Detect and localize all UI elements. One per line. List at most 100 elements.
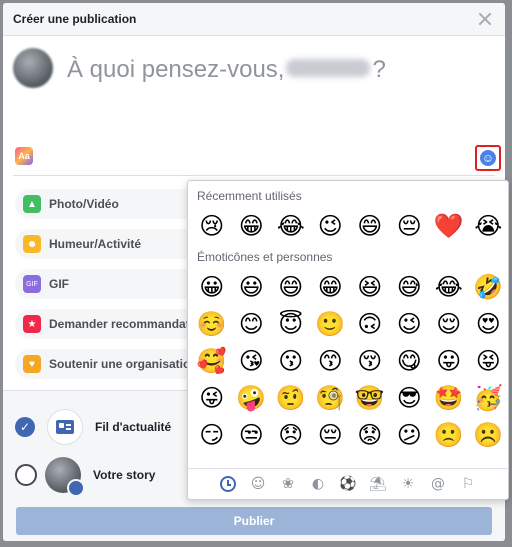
- action-label: GIF: [49, 277, 69, 291]
- blurred-user-name: [286, 59, 371, 77]
- people-emoji[interactable]: ☹️: [469, 416, 509, 453]
- avatar: [13, 48, 53, 88]
- story-label: Votre story: [93, 468, 156, 482]
- people-emoji[interactable]: 😞: [271, 416, 311, 453]
- people-emoji[interactable]: 😃: [232, 268, 272, 305]
- people-emoji[interactable]: 😚: [350, 342, 390, 379]
- publish-button[interactable]: Publier: [16, 507, 492, 535]
- people-emoji[interactable]: 😅: [390, 268, 430, 305]
- lightbulb-icon[interactable]: ☀: [395, 471, 421, 497]
- people-emoji[interactable]: 😍: [469, 305, 509, 342]
- ball-icon[interactable]: ⚽: [335, 471, 361, 497]
- beach-umbrella-icon[interactable]: ⛱: [365, 471, 391, 497]
- people-emoji[interactable]: 🤩: [429, 379, 469, 416]
- recent-emoji-grid: 😢 😁 😂 😉 😄 😔 ❤️ 😭: [192, 207, 508, 244]
- recent-emoji[interactable]: 😢: [192, 207, 232, 244]
- action-button-4[interactable]: ♥ Soutenir une organisation: [15, 349, 205, 379]
- people-emoji[interactable]: 😆: [350, 268, 390, 305]
- action-button-1[interactable]: ☻ Humeur/Activité: [15, 229, 205, 259]
- text-background-icon[interactable]: Aa: [15, 147, 33, 165]
- smiley-icon: ☺: [480, 150, 496, 166]
- people-emoji[interactable]: 😘: [232, 342, 272, 379]
- people-emoji[interactable]: 🧐: [311, 379, 351, 416]
- people-emoji[interactable]: 🙃: [350, 305, 390, 342]
- prompt-prefix: À quoi pensez-vous,: [67, 56, 285, 83]
- share-option-feed[interactable]: ✓ Fil d'actualité: [15, 409, 171, 445]
- recent-emoji[interactable]: 😉: [311, 207, 351, 244]
- divider: [13, 175, 495, 176]
- photo-icon: ▲: [23, 195, 41, 213]
- people-emoji[interactable]: 😋: [390, 342, 430, 379]
- action-label: Humeur/Activité: [49, 237, 142, 251]
- people-emoji[interactable]: 🥳: [469, 379, 509, 416]
- paw-icon[interactable]: ❀: [275, 471, 301, 497]
- people-emoji[interactable]: 😔: [311, 416, 351, 453]
- people-section-label: Émoticônes et personnes: [197, 250, 333, 264]
- people-emoji[interactable]: 😝: [469, 342, 509, 379]
- apple-icon[interactable]: ◐: [305, 471, 331, 497]
- flag-icon[interactable]: ⚐: [455, 471, 481, 497]
- action-button-3[interactable]: ★ Demander recommandations: [15, 309, 205, 339]
- gif-icon: GIF: [23, 275, 41, 293]
- people-emoji[interactable]: 😜: [192, 379, 232, 416]
- dialog-title: Créer une publication: [13, 12, 137, 26]
- people-emoji[interactable]: 😒: [232, 416, 272, 453]
- people-emoji[interactable]: 🥰: [192, 342, 232, 379]
- people-emoji[interactable]: 😀: [192, 268, 232, 305]
- prompt-suffix: ?: [372, 56, 386, 83]
- people-emoji[interactable]: 😎: [390, 379, 430, 416]
- people-emoji[interactable]: 😊: [232, 305, 272, 342]
- recent-emoji[interactable]: 😂: [271, 207, 311, 244]
- recent-emoji[interactable]: ❤️: [429, 207, 469, 244]
- people-emoji[interactable]: 🙂: [311, 305, 351, 342]
- recent-icon[interactable]: [215, 471, 241, 497]
- people-emoji[interactable]: ☺️: [192, 305, 232, 342]
- people-emoji[interactable]: 😄: [271, 268, 311, 305]
- recent-emoji[interactable]: 😭: [469, 207, 509, 244]
- people-emoji[interactable]: 😁: [311, 268, 351, 305]
- globe-icon: [67, 479, 85, 497]
- recent-emoji[interactable]: 😔: [390, 207, 430, 244]
- people-emoji[interactable]: 😗: [271, 342, 311, 379]
- action-label: Photo/Vidéo: [49, 197, 119, 211]
- emoji-picker-button[interactable]: ☺: [475, 145, 501, 171]
- people-emoji[interactable]: 😕: [390, 416, 430, 453]
- share-option-story[interactable]: Votre story: [15, 457, 156, 497]
- people-emoji[interactable]: 😟: [350, 416, 390, 453]
- news-feed-icon: [47, 409, 83, 445]
- at-symbol-icon[interactable]: @: [425, 471, 451, 497]
- people-emoji[interactable]: 🤣: [469, 268, 509, 305]
- recent-section-label: Récemment utilisés: [197, 189, 302, 203]
- smiley-category-icon[interactable]: ☺: [245, 471, 271, 497]
- action-button-0[interactable]: ▲ Photo/Vidéo: [15, 189, 205, 219]
- action-button-2[interactable]: GIF GIF: [15, 269, 205, 299]
- people-emoji[interactable]: 🙁: [429, 416, 469, 453]
- emoji-picker: Récemment utilisés 😢 😁 😂 😉 😄 😔 ❤️ 😭 Émoticônes …: [187, 180, 509, 500]
- close-icon[interactable]: [477, 11, 493, 27]
- people-emoji[interactable]: 😛: [429, 342, 469, 379]
- people-emoji[interactable]: 😏: [192, 416, 232, 453]
- checkbox-unchecked-icon[interactable]: [15, 464, 37, 486]
- people-emoji[interactable]: 😂: [429, 268, 469, 305]
- people-emoji[interactable]: 🤪: [232, 379, 272, 416]
- post-actions-list: ▲ Photo/Vidéo ☻ Humeur/Activité GIF GIF ★ Deman…: [15, 189, 205, 389]
- dialog-header: Créer une publication: [3, 3, 505, 36]
- recent-emoji[interactable]: 😁: [232, 207, 272, 244]
- people-emoji[interactable]: 🤓: [350, 379, 390, 416]
- people-emoji[interactable]: 🤨: [271, 379, 311, 416]
- people-emoji[interactable]: 😙: [311, 342, 351, 379]
- fundraiser-icon: ♥: [23, 355, 41, 373]
- people-emoji[interactable]: 😉: [390, 305, 430, 342]
- recommend-icon: ★: [23, 315, 41, 333]
- story-avatar: [45, 457, 85, 497]
- recent-emoji[interactable]: 😄: [350, 207, 390, 244]
- people-emoji[interactable]: 😇: [271, 305, 311, 342]
- composer-area[interactable]: À quoi pensez-vous, ?: [3, 36, 505, 184]
- composer-prompt[interactable]: À quoi pensez-vous, ?: [67, 56, 386, 84]
- emoji-category-bar: ☺ ❀ ◐ ⚽ ⛱ ☀ @ ⚐: [188, 468, 508, 499]
- action-label: Demander recommandations: [49, 317, 205, 331]
- feed-label: Fil d'actualité: [95, 420, 172, 434]
- action-label: Soutenir une organisation: [49, 357, 198, 371]
- checkbox-checked-icon[interactable]: ✓: [15, 417, 35, 437]
- people-emoji[interactable]: 😌: [429, 305, 469, 342]
